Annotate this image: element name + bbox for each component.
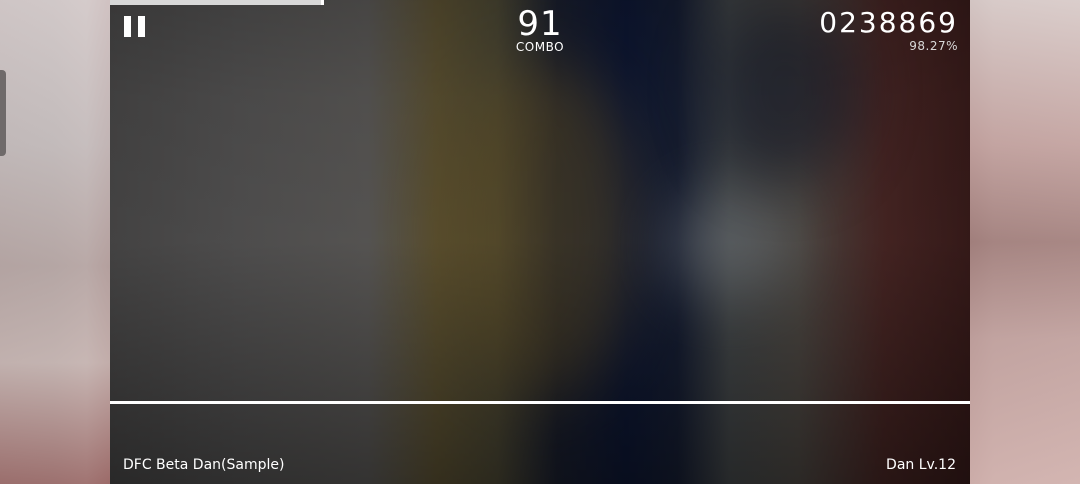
accuracy-display: 98.27% — [909, 39, 958, 53]
game-screen: 91 COMBO 0238869 98.27% DFC Beta Dan(Sam… — [0, 0, 1080, 484]
song-progress-fill — [110, 0, 321, 5]
song-progress-marker — [320, 0, 324, 5]
playfield-vignette — [110, 0, 970, 484]
playfield[interactable]: 91 COMBO 0238869 98.27% DFC Beta Dan(Sam… — [110, 0, 970, 484]
right-side-background — [970, 0, 1080, 484]
combo-label: COMBO — [515, 40, 565, 54]
song-title: DFC Beta Dan(Sample) — [123, 457, 285, 473]
edge-handle[interactable] — [0, 70, 6, 156]
judgment-line — [110, 401, 970, 404]
left-side-background — [0, 0, 110, 484]
score-display: 0238869 — [819, 6, 958, 39]
pause-button[interactable] — [124, 16, 148, 38]
song-level: Dan Lv.12 — [886, 457, 956, 473]
combo-count: 91 — [517, 4, 563, 44]
